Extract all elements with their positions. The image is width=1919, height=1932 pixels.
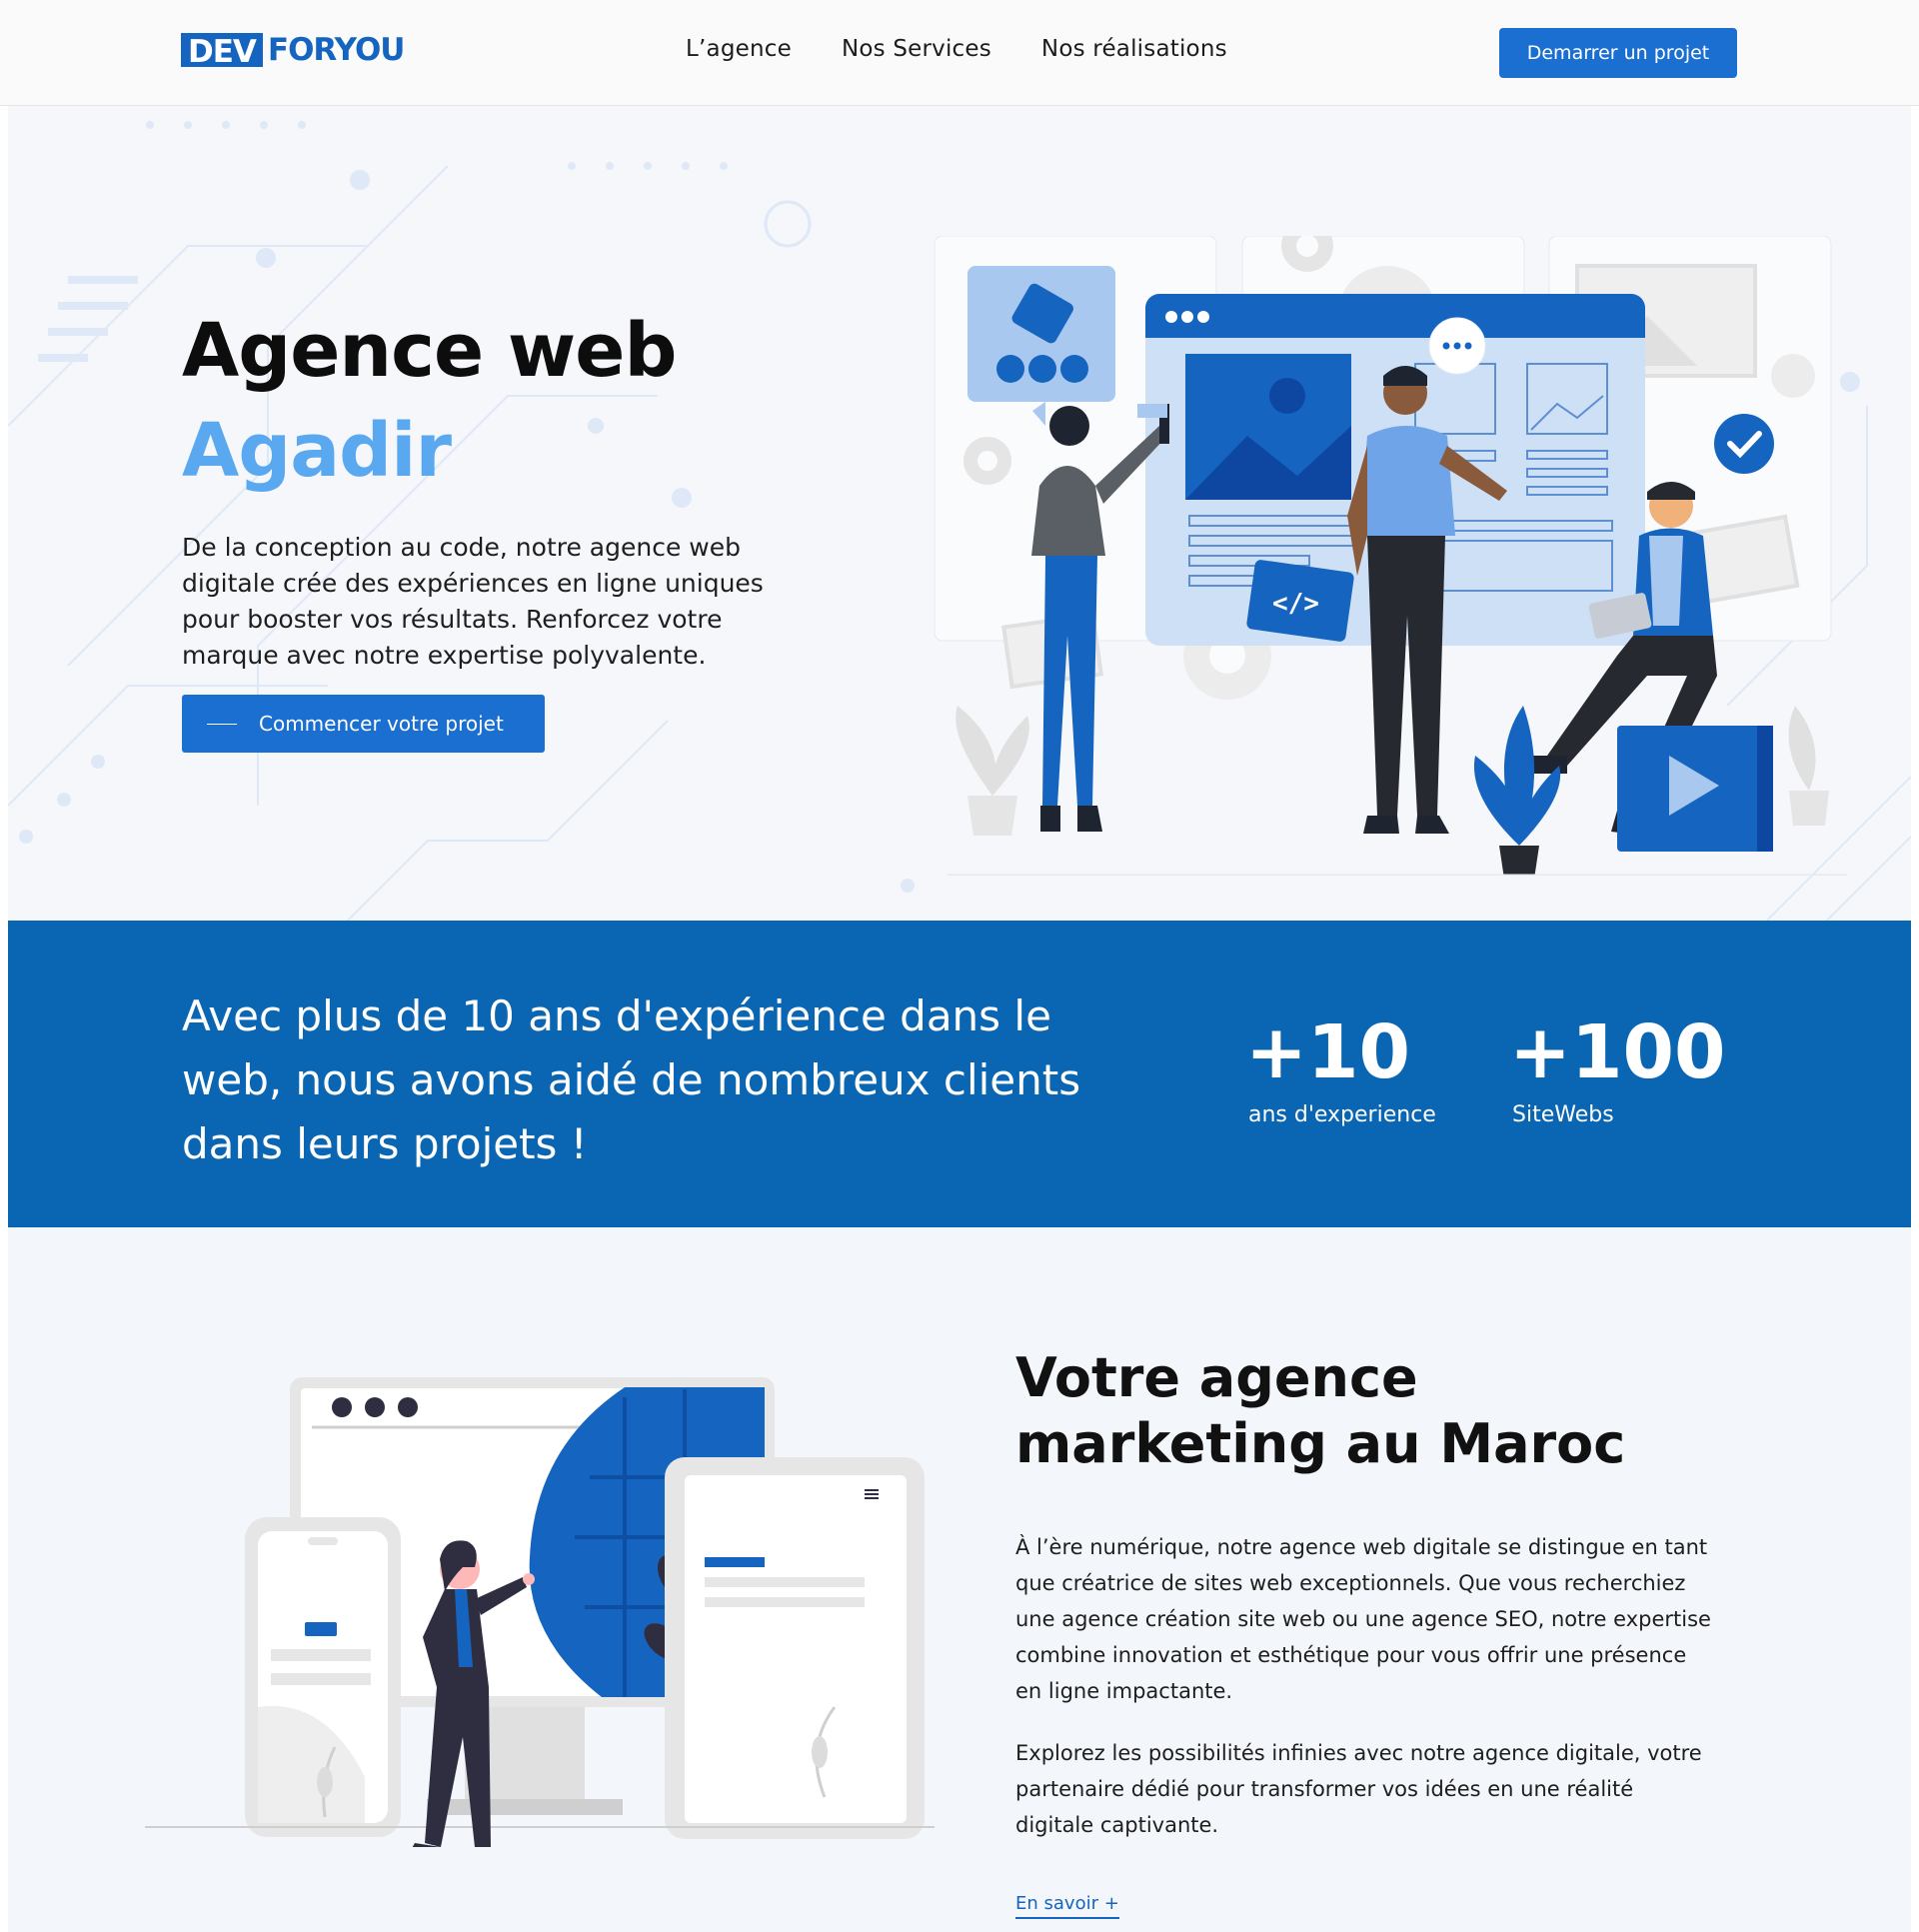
stat-years-label: ans d'experience	[1248, 1102, 1436, 1127]
hero-start-button[interactable]: Commencer votre projet	[182, 695, 545, 753]
stats-band: Avec plus de 10 ans d'expérience dans le…	[8, 921, 1911, 1227]
hero-start-button-label: Commencer votre projet	[259, 712, 504, 736]
marketing-paragraph-1: À l’ère numérique, notre agence web digi…	[1015, 1535, 1711, 1703]
main-nav: L’agence Nos Services Nos réalisations	[686, 36, 1227, 62]
logo[interactable]: DEV FORYOU	[181, 32, 406, 69]
marketing-section: Votre agence marketing au Maroc À l’ère …	[8, 1227, 1911, 1932]
stat-sites: +100 SiteWebs	[1509, 1012, 1725, 1127]
hero-description: De la conception au code, notre agence w…	[182, 533, 764, 670]
hero-section: Agence web Agadir De la conception au co…	[8, 106, 1911, 921]
site-header: DEV FORYOU L’agence Nos Services Nos réa…	[0, 0, 1919, 106]
stats-headline: Avec plus de 10 ans d'expérience dans le…	[182, 991, 1081, 1168]
marketing-paragraph-2: Explorez les possibilités infinies avec …	[1015, 1741, 1702, 1837]
nav-item-services[interactable]: Nos Services	[842, 36, 991, 62]
nav-item-agence[interactable]: L’agence	[686, 36, 792, 62]
hero-title-line1: Agence web	[182, 308, 677, 394]
stat-years-value: +10	[1245, 1009, 1410, 1095]
nav-item-realisations[interactable]: Nos réalisations	[1041, 36, 1227, 62]
svg-text:</>: </>	[1272, 589, 1319, 619]
stat-sites-label: SiteWebs	[1512, 1102, 1614, 1127]
dash-icon	[207, 723, 237, 725]
hero-title: Agence web Agadir	[182, 301, 677, 501]
stat-sites-value: +100	[1509, 1009, 1726, 1095]
logo-dev: DEV	[181, 33, 263, 69]
hero-team-illustration: </>	[934, 236, 1847, 876]
start-project-button[interactable]: Demarrer un projet	[1499, 28, 1737, 78]
logo-foryou: FORYOU	[267, 32, 406, 68]
marketing-title: Votre agence marketing au Maroc	[1015, 1346, 1626, 1475]
stat-years: +10 ans d'experience	[1245, 1012, 1436, 1127]
devices-illustration	[145, 1377, 935, 1847]
hero-title-line2: Agadir	[182, 408, 452, 494]
learn-more-link[interactable]: En savoir +	[1015, 1893, 1119, 1919]
